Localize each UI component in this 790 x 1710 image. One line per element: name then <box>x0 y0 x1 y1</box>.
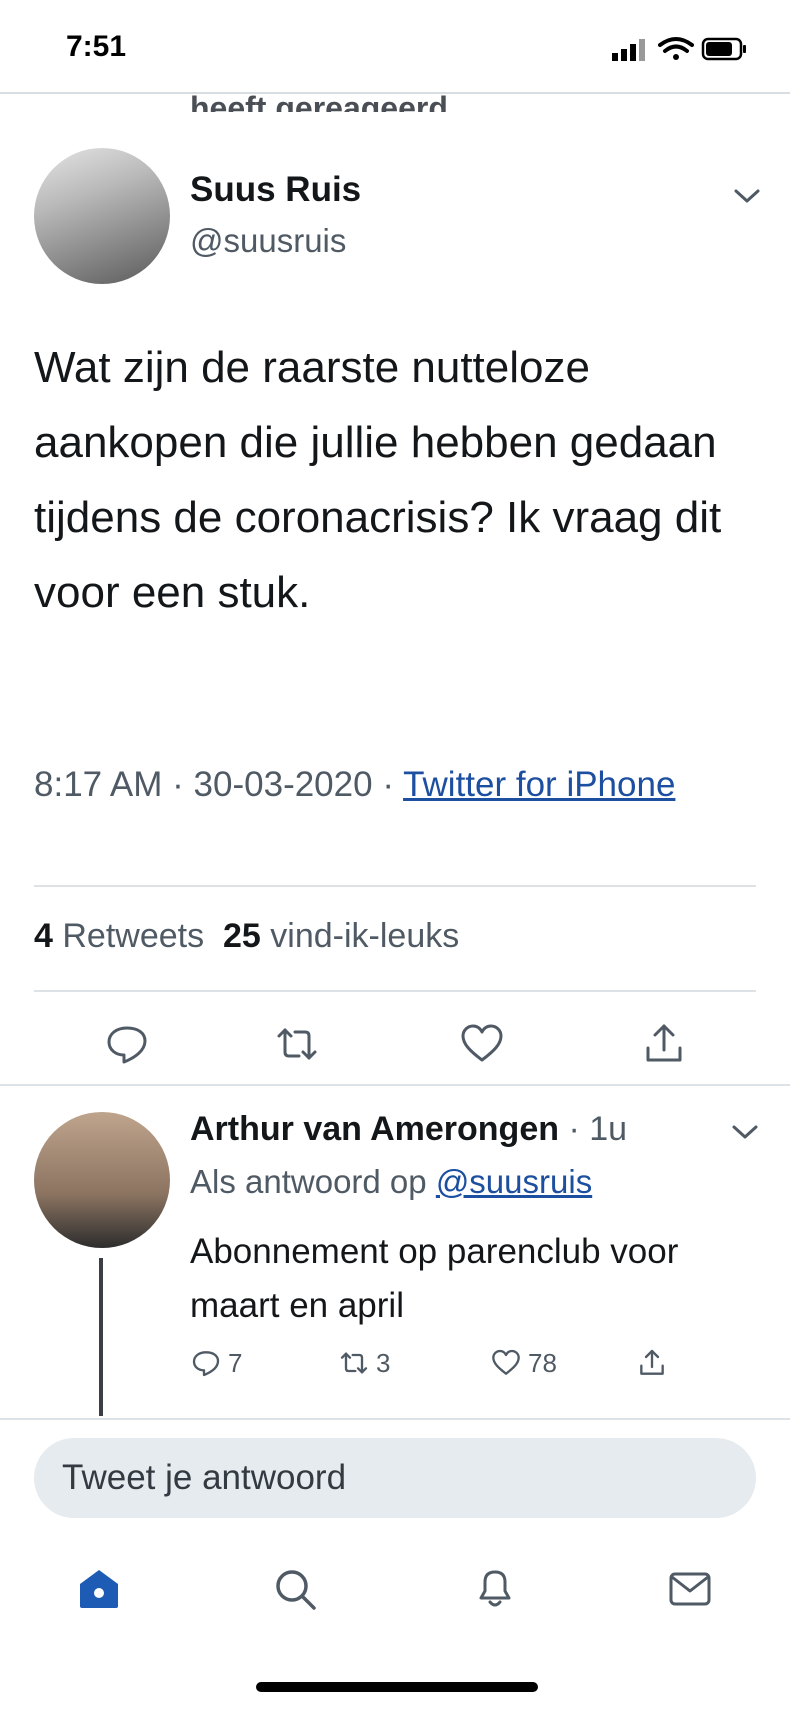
author-name[interactable]: Suus Ruis <box>190 170 361 210</box>
reply-time: · 1u <box>568 1110 628 1148</box>
divider <box>0 1084 790 1086</box>
search-icon[interactable] <box>272 1566 318 1612</box>
messages-icon[interactable] <box>667 1566 713 1612</box>
reply-reply-action[interactable]: 7 <box>190 1345 242 1381</box>
reply-author-name[interactable]: Arthur van Amerongen <box>190 1110 559 1148</box>
wifi-icon <box>658 37 694 60</box>
reply-like-action[interactable]: 78 <box>490 1345 557 1381</box>
reply-context-prefix: Als antwoord op <box>190 1163 427 1200</box>
composer-placeholder[interactable]: Tweet je antwoord <box>62 1458 346 1498</box>
source-link[interactable]: Twitter for iPhone <box>403 765 675 804</box>
chevron-down-icon[interactable] <box>730 1122 760 1142</box>
likes-label[interactable]: vind-ik-leuks <box>270 917 459 955</box>
separator: · <box>172 765 184 804</box>
divider <box>0 92 790 94</box>
tweet-text: Wat zijn de raarste nutteloze aankopen d… <box>34 343 722 617</box>
tweet-time: 8:17 AM <box>34 765 163 804</box>
divider <box>34 990 756 992</box>
reply-text: Abonnement op parenclub voor maart en ap… <box>190 1232 679 1325</box>
reply-icon[interactable] <box>103 1020 151 1068</box>
battery-icon <box>701 37 746 61</box>
author-handle[interactable]: @suusruis <box>190 222 346 260</box>
reply-context: Als antwoord op @suusruis <box>190 1163 592 1201</box>
thread-line <box>99 1258 103 1416</box>
tweet-meta: 8:17 AM · 30-03-2020 · Twitter for iPhon… <box>34 757 754 812</box>
likes-count[interactable]: 25 <box>223 917 261 955</box>
like-icon <box>492 1349 520 1375</box>
avatar[interactable] <box>34 1112 170 1248</box>
reply-author[interactable]: Arthur van Amerongen · 1u <box>190 1110 627 1149</box>
home-icon[interactable] <box>76 1566 122 1612</box>
retweet-icon[interactable] <box>273 1020 321 1068</box>
home-indicator[interactable] <box>256 1682 538 1692</box>
separator: · <box>382 765 394 804</box>
share-icon[interactable] <box>640 1020 688 1068</box>
retweets-count[interactable]: 4 <box>34 917 53 955</box>
retweets-label[interactable]: Retweets <box>62 917 204 955</box>
status-time: 7:51 <box>66 30 127 63</box>
reply-context-handle[interactable]: @suusruis <box>436 1163 592 1200</box>
reply-retweet-action[interactable]: 3 <box>338 1345 390 1381</box>
context-text: heeft gereageerd <box>190 90 448 112</box>
signal-icon <box>612 39 645 61</box>
retweet-icon <box>340 1352 368 1374</box>
like-count: 78 <box>528 1347 557 1378</box>
avatar[interactable] <box>34 148 170 284</box>
divider <box>0 1418 790 1420</box>
reply-share-action[interactable] <box>636 1345 668 1381</box>
status-icons <box>612 37 746 61</box>
chevron-down-icon[interactable] <box>732 186 762 206</box>
tweet-stats: 4 Retweets 25 vind-ik-leuks <box>34 917 459 956</box>
reply-icon <box>192 1351 220 1377</box>
retweet-count: 3 <box>376 1347 391 1378</box>
share-icon <box>640 1349 664 1375</box>
notifications-icon[interactable] <box>472 1564 518 1610</box>
reply-count: 7 <box>228 1347 243 1378</box>
tweet-date: 30-03-2020 <box>193 765 373 804</box>
divider <box>34 885 756 887</box>
like-icon[interactable] <box>458 1020 506 1068</box>
